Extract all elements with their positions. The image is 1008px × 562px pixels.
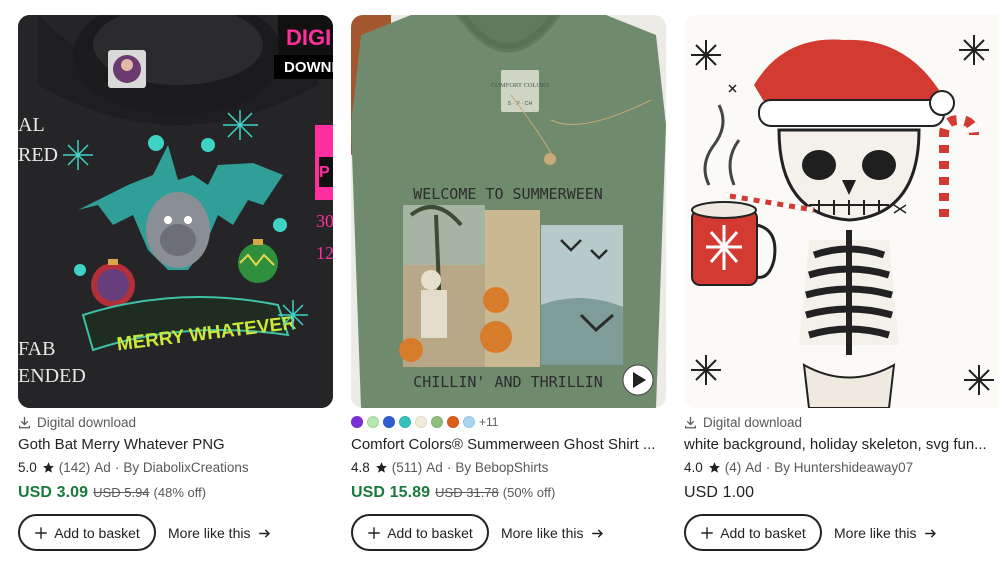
price: USD 1.00 xyxy=(684,484,755,501)
rating-score: 4.8 xyxy=(351,460,370,475)
listing-title[interactable]: white background, holiday skeleton, svg … xyxy=(684,436,996,453)
rating-line: 4.0 (4) Ad · By Huntershideaway07 xyxy=(684,460,913,475)
plus-icon xyxy=(701,526,713,539)
original-price: USD 31.78 xyxy=(435,485,499,500)
color-swatch xyxy=(351,416,363,428)
svg-text:ENDED: ENDED xyxy=(18,365,86,387)
price-line: USD 1.00 xyxy=(684,484,754,502)
add-to-basket-label: Add to basket xyxy=(720,524,806,541)
listing-title[interactable]: Goth Bat Merry Whatever PNG xyxy=(18,436,330,453)
listing-image-2[interactable]: COMFORT COLORS S · P · CH WELCOME TO SUM… xyxy=(351,15,666,408)
swatch-more-count: +11 xyxy=(479,415,499,429)
star-icon xyxy=(708,462,720,473)
digital-download-badge: Digital download xyxy=(18,415,136,430)
separator-dot: · xyxy=(446,460,452,475)
add-to-basket-button[interactable]: Add to basket xyxy=(351,514,489,551)
star-icon xyxy=(42,462,54,473)
listing-card-3[interactable]: Digital download white background, holid… xyxy=(684,15,1000,555)
svg-text:DIGI: DIGI xyxy=(286,25,331,50)
rating-line: 5.0 (142) Ad · By DiabolixCreations xyxy=(18,460,249,475)
svg-text:CHILLIN' AND THRILLIN: CHILLIN' AND THRILLIN xyxy=(413,373,603,391)
listing-title[interactable]: Comfort Colors® Summerween Ghost Shirt .… xyxy=(351,436,663,453)
review-count: (4) xyxy=(724,460,742,475)
ad-label: Ad xyxy=(94,460,111,475)
add-to-basket-button[interactable]: Add to basket xyxy=(684,514,822,551)
rating-line: 4.8 (511) Ad · By BebopShirts xyxy=(351,460,548,475)
svg-text:AL: AL xyxy=(18,114,45,136)
shop-name[interactable]: By Huntershideaway07 xyxy=(774,460,913,475)
shop-name[interactable]: By DiabolixCreations xyxy=(123,460,248,475)
sale-price: USD 3.09 xyxy=(18,484,89,501)
svg-text:12: 12 xyxy=(316,243,333,263)
svg-text:DOWNL: DOWNL xyxy=(284,59,333,76)
price-line: USD 3.09 USD 5.94 (48% off) xyxy=(18,484,206,502)
color-swatch xyxy=(415,416,427,428)
download-icon xyxy=(684,416,697,429)
shop-name[interactable]: By BebopShirts xyxy=(455,460,548,475)
more-like-this-label: More like this xyxy=(834,525,917,541)
rating-score: 5.0 xyxy=(18,460,37,475)
original-price: USD 5.94 xyxy=(93,485,150,500)
color-swatch xyxy=(431,416,443,428)
summerween-shirt-image: COMFORT COLORS S · P · CH WELCOME TO SUM… xyxy=(351,15,666,408)
separator-dot: · xyxy=(114,460,120,475)
more-like-this-link[interactable]: More like this xyxy=(168,525,271,541)
digital-download-label: Digital download xyxy=(37,415,137,430)
more-like-this-label: More like this xyxy=(168,525,251,541)
add-to-basket-button[interactable]: Add to basket xyxy=(18,514,156,551)
more-like-this-link[interactable]: More like this xyxy=(834,525,937,541)
svg-text:WELCOME TO SUMMERWEEN: WELCOME TO SUMMERWEEN xyxy=(413,185,603,203)
arrow-right-icon xyxy=(592,528,604,538)
discount-label: (48% off) xyxy=(153,485,207,500)
discount-label: (50% off) xyxy=(502,485,556,500)
svg-text:RED: RED xyxy=(18,144,58,166)
digital-download-label: Digital download xyxy=(703,415,803,430)
arrow-right-icon xyxy=(259,528,271,538)
svg-text:P: P xyxy=(319,164,330,181)
color-swatch xyxy=(367,416,379,428)
ad-label: Ad xyxy=(426,460,443,475)
plus-icon xyxy=(368,526,380,539)
separator-dot: · xyxy=(765,460,771,475)
review-count: (142) xyxy=(58,460,91,475)
goth-bat-sweatshirt-image: DIGI DOWNL P 30 12 AL RED FAB ENDED MERR… xyxy=(18,15,333,408)
listing-card-2[interactable]: COMFORT COLORS S · P · CH WELCOME TO SUM… xyxy=(351,15,667,555)
arrow-right-icon xyxy=(925,528,937,538)
listing-card-1[interactable]: DIGI DOWNL P 30 12 AL RED FAB ENDED MERR… xyxy=(18,15,334,555)
svg-text:FAB: FAB xyxy=(18,338,55,360)
download-icon xyxy=(18,416,31,429)
add-to-basket-label: Add to basket xyxy=(387,524,473,541)
color-swatch xyxy=(463,416,475,428)
color-swatch xyxy=(399,416,411,428)
listing-image-1[interactable]: DIGI DOWNL P 30 12 AL RED FAB ENDED MERR… xyxy=(18,15,333,408)
sale-price: USD 15.89 xyxy=(351,484,431,501)
review-count: (511) xyxy=(391,460,423,475)
more-like-this-link[interactable]: More like this xyxy=(501,525,604,541)
star-icon xyxy=(375,462,387,473)
listing-image-3[interactable] xyxy=(684,15,999,408)
price-line: USD 15.89 USD 31.78 (50% off) xyxy=(351,484,555,502)
color-swatches: +11 xyxy=(351,415,498,429)
more-like-this-label: More like this xyxy=(501,525,584,541)
holiday-skeleton-image xyxy=(684,15,999,408)
digital-download-badge: Digital download xyxy=(684,415,802,430)
svg-text:S · P · CH: S · P · CH xyxy=(508,101,533,107)
svg-text:30: 30 xyxy=(316,211,333,231)
add-to-basket-label: Add to basket xyxy=(54,524,140,541)
plus-icon xyxy=(35,526,47,539)
color-swatch xyxy=(383,416,395,428)
ad-label: Ad xyxy=(745,460,762,475)
rating-score: 4.0 xyxy=(684,460,703,475)
svg-text:COMFORT COLORS: COMFORT COLORS xyxy=(491,82,550,89)
color-swatch xyxy=(447,416,459,428)
